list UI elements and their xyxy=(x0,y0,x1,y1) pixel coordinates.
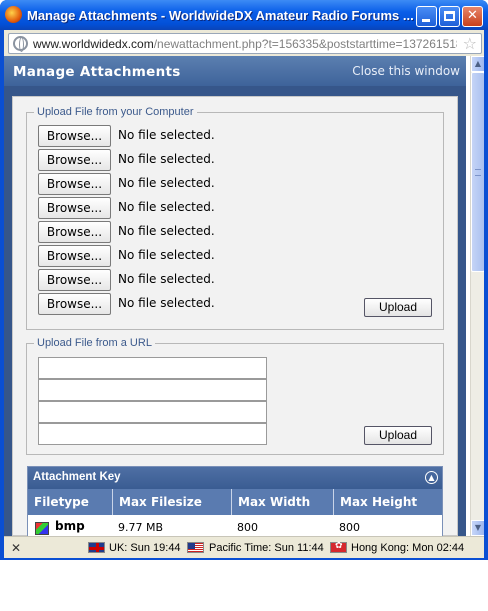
column-header: Max Filesize xyxy=(112,489,202,515)
url-input-1[interactable] xyxy=(38,357,267,379)
hong-kong-clock: Hong Kong: Mon 02:44 xyxy=(351,542,465,554)
site-identity-icon[interactable] xyxy=(13,36,28,52)
firefox-icon xyxy=(5,6,22,23)
window-title: Manage Attachments - WorldwideDX Amateur… xyxy=(27,8,414,23)
maximize-button[interactable] xyxy=(439,6,460,27)
file-status: No file selected. xyxy=(118,224,215,238)
attachment-key-columns: Filetype Max Filesize Max Width Max Heig… xyxy=(28,489,442,515)
grip-icon xyxy=(475,169,481,176)
upload-computer-button[interactable]: Upload xyxy=(364,298,432,317)
column-header: Max Width xyxy=(231,489,310,515)
attachment-key-table: Attachment Key ▲ Filetype Max Filesize M… xyxy=(27,466,443,536)
column-header: Filetype xyxy=(34,495,89,509)
browse-button[interactable]: Browse... xyxy=(38,245,111,267)
url-path: /newattachment.php?t=156335&poststarttim… xyxy=(153,37,457,51)
url-input-2[interactable] xyxy=(38,379,267,401)
max-width-cell: 800 xyxy=(237,521,258,534)
maximize-icon xyxy=(444,11,455,21)
browse-button[interactable]: Browse... xyxy=(38,293,111,315)
browse-button[interactable]: Browse... xyxy=(38,197,111,219)
attachment-key-header: Attachment Key ▲ xyxy=(28,467,442,489)
address-bar: www.worldwidedx.com/newattachment.php?t=… xyxy=(4,30,484,56)
url-input-3[interactable] xyxy=(38,401,267,423)
file-status: No file selected. xyxy=(118,128,215,142)
scroll-thumb[interactable] xyxy=(471,72,484,272)
upload-computer-fieldset: Upload File from your Computer Browse...… xyxy=(26,106,444,330)
title-bar[interactable]: Manage Attachments - WorldwideDX Amateur… xyxy=(0,0,488,30)
close-window-button[interactable]: ✕ xyxy=(462,6,483,27)
bookmark-star-icon[interactable]: ☆ xyxy=(463,34,477,53)
table-row: bmp 9.77 MB 800 800 xyxy=(28,515,442,536)
minimize-button[interactable] xyxy=(416,6,437,27)
file-status: No file selected. xyxy=(118,248,215,262)
file-status: No file selected. xyxy=(118,296,215,310)
max-filesize-cell: 9.77 MB xyxy=(118,521,164,534)
vertical-scrollbar[interactable]: ▲ ▼ xyxy=(470,56,484,536)
browse-button[interactable]: Browse... xyxy=(38,125,111,147)
scroll-down-arrow-icon[interactable]: ▼ xyxy=(471,520,484,536)
upload-url-button[interactable]: Upload xyxy=(364,426,432,445)
minimize-icon xyxy=(422,19,430,22)
url-text[interactable]: www.worldwidedx.com/newattachment.php?t=… xyxy=(33,37,457,51)
attachments-panel: Upload File from your Computer Browse...… xyxy=(12,96,458,536)
max-height-cell: 800 xyxy=(339,521,360,534)
page-content: Manage Attachments Close this window Upl… xyxy=(4,56,484,536)
column-header: Max Height xyxy=(333,489,417,515)
browser-window: Manage Attachments - WorldwideDX Amateur… xyxy=(0,0,488,560)
pacific-clock: Pacific Time: Sun 11:44 xyxy=(209,542,324,554)
bmp-file-icon xyxy=(35,522,49,535)
upload-url-legend: Upload File from a URL xyxy=(34,337,155,349)
collapse-icon[interactable]: ▲ xyxy=(425,471,438,484)
file-status: No file selected. xyxy=(118,152,215,166)
file-status: No file selected. xyxy=(118,176,215,190)
us-flag-icon xyxy=(187,542,204,553)
browse-button[interactable]: Browse... xyxy=(38,221,111,243)
close-statusbar-icon[interactable]: ✕ xyxy=(11,541,21,555)
upload-computer-legend: Upload File from your Computer xyxy=(34,106,197,118)
page-body: Upload File from your Computer Browse...… xyxy=(4,86,466,536)
upload-url-fieldset: Upload File from a URL Upload xyxy=(26,337,444,455)
scroll-up-arrow-icon[interactable]: ▲ xyxy=(471,56,484,72)
browse-button[interactable]: Browse... xyxy=(38,269,111,291)
file-status: No file selected. xyxy=(118,272,215,286)
page-title: Manage Attachments xyxy=(13,64,181,80)
attachment-key-title: Attachment Key xyxy=(33,471,121,483)
uk-clock: UK: Sun 19:44 xyxy=(109,542,181,554)
url-host: www.worldwidedx.com xyxy=(33,37,154,51)
close-window-link[interactable]: Close this window xyxy=(352,64,460,78)
close-icon: ✕ xyxy=(467,8,478,23)
uk-flag-icon xyxy=(88,542,105,553)
url-input-4[interactable] xyxy=(38,423,267,445)
page-header: Manage Attachments Close this window xyxy=(4,56,466,86)
browse-button[interactable]: Browse... xyxy=(38,149,111,171)
filetype-cell: bmp xyxy=(55,519,85,533)
browse-button[interactable]: Browse... xyxy=(38,173,111,195)
url-field[interactable]: www.worldwidedx.com/newattachment.php?t=… xyxy=(8,33,482,54)
file-status: No file selected. xyxy=(118,200,215,214)
hk-flag-icon xyxy=(330,540,347,553)
status-bar: ✕ UK: Sun 19:44 Pacific Time: Sun 11:44 … xyxy=(4,536,484,558)
